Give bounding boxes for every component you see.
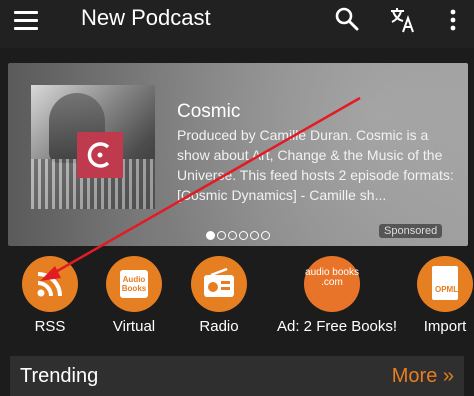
- cosmic-logo: [77, 132, 123, 178]
- page-title: New Podcast: [81, 5, 211, 30]
- more-vertical-icon[interactable]: [446, 6, 460, 32]
- category-import[interactable]: OPML Import: [390, 256, 474, 336]
- carousel-dot[interactable]: [239, 231, 248, 240]
- trending-more-link[interactable]: More »: [392, 365, 454, 387]
- carousel-dot[interactable]: [228, 231, 237, 240]
- search-icon[interactable]: [334, 6, 360, 32]
- app-bar: New Podcast: [0, 0, 474, 48]
- audiobooks-com-logo: audio books .com: [304, 256, 360, 312]
- carousel-dot[interactable]: [250, 231, 259, 240]
- trending-title: Trending: [20, 365, 99, 387]
- featured-title: Cosmic: [177, 101, 241, 122]
- category-label: Radio: [199, 318, 239, 335]
- opml-label: OPML: [435, 285, 459, 294]
- translate-icon[interactable]: [389, 6, 415, 33]
- menu-icon[interactable]: [14, 10, 42, 34]
- audio-books-chip: Audio Books: [120, 270, 148, 298]
- category-label: Ad: 2 Free Books!: [277, 318, 398, 335]
- carousel-dot[interactable]: [206, 231, 215, 240]
- featured-carousel: Cosmic Produced by Camille Duran. Cosmic…: [0, 48, 474, 246]
- opml-file: OPML: [432, 266, 458, 300]
- radio-icon: [191, 256, 247, 312]
- featured-description: Produced by Camille Duran. Cosmic is a s…: [177, 127, 454, 203]
- audiobooks-logo-text: audio books .com: [305, 267, 359, 288]
- podcast-artwork[interactable]: [31, 85, 155, 209]
- carousel-dot[interactable]: [217, 231, 226, 240]
- sponsored-badge: Sponsored: [379, 224, 443, 238]
- featured-banner[interactable]: Cosmic Produced by Camille Duran. Cosmic…: [8, 63, 468, 246]
- category-label: Import: [423, 318, 467, 335]
- opml-icon: OPML: [417, 256, 473, 312]
- category-ad-free-books[interactable]: audio books .com Ad: 2 Free Books!: [277, 256, 398, 336]
- trending-section: Trending More »: [10, 356, 464, 396]
- category-radio[interactable]: Radio: [164, 256, 274, 336]
- rss-icon: [22, 256, 78, 312]
- audio-books-icon: Audio Books: [106, 256, 162, 312]
- carousel-dots: [206, 227, 272, 245]
- carousel-dot[interactable]: [261, 231, 270, 240]
